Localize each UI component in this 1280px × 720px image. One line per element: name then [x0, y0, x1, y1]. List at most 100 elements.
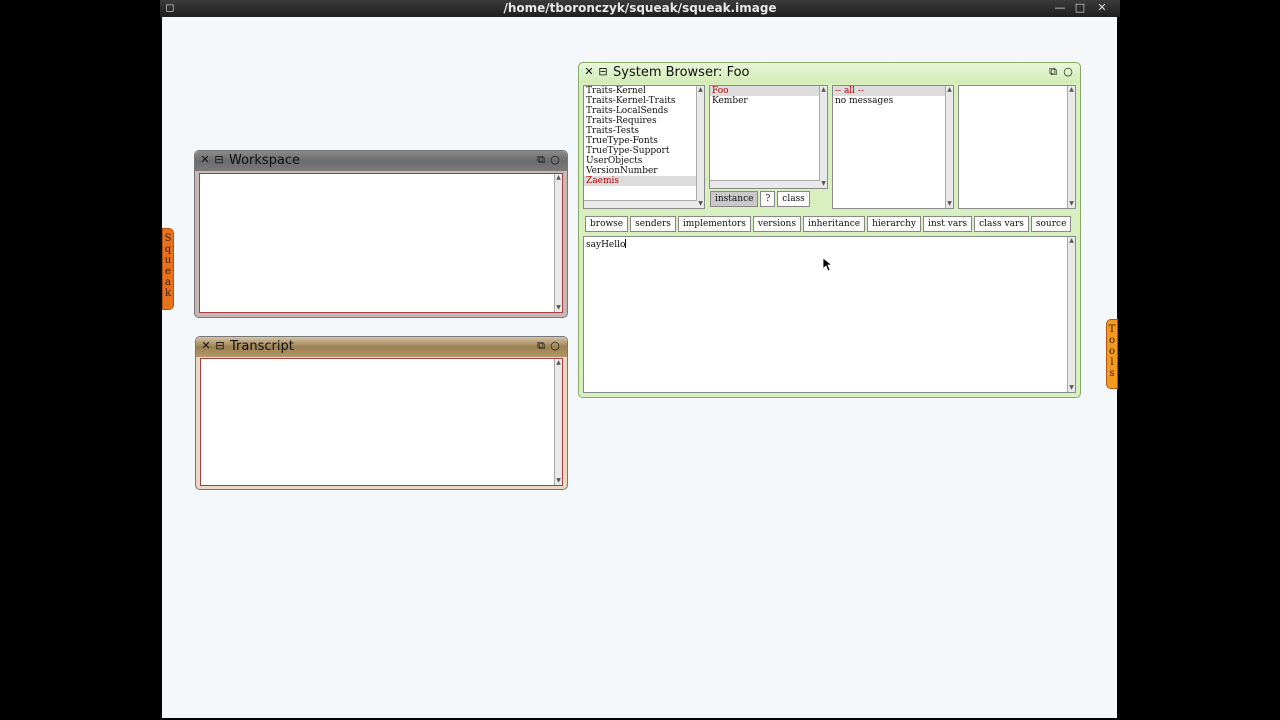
protocol-scrollbar[interactable]: ▲ ▼: [945, 86, 953, 208]
hierarchy-button[interactable]: hierarchy: [867, 216, 921, 232]
close-icon[interactable]: ✕: [200, 154, 210, 166]
browser-titlebar[interactable]: ✕ ⊟ System Browser: Foo ⧉ ○: [579, 63, 1080, 83]
flap-letter: o: [1108, 335, 1116, 346]
workspace-text-area[interactable]: ▲ ▼: [199, 173, 563, 313]
inst-vars-button[interactable]: inst vars: [922, 216, 973, 232]
class-button[interactable]: class: [777, 191, 810, 207]
scroll-up-icon[interactable]: ▲: [946, 86, 953, 94]
senders-button[interactable]: senders: [630, 216, 676, 232]
code-scrollbar[interactable]: ▲ ▼: [1067, 237, 1075, 392]
flap-letter: S: [164, 233, 172, 244]
category-hscrollbar[interactable]: [584, 200, 697, 208]
expand-icon[interactable]: ○: [550, 340, 560, 352]
expand-icon[interactable]: ○: [550, 154, 560, 166]
flap-letter: q: [164, 244, 172, 255]
scroll-down-icon[interactable]: ▼: [1068, 200, 1075, 208]
scroll-up-icon[interactable]: ▲: [1068, 86, 1075, 94]
mouse-pointer-icon: [823, 258, 833, 272]
workspace-title: Workspace: [229, 153, 301, 168]
message-list[interactable]: ▲ ▼: [958, 85, 1076, 209]
category-list[interactable]: Traits-Kernel Traits-Kernel-Traits Traits-…: [583, 85, 705, 209]
scroll-down-icon[interactable]: ▼: [946, 200, 953, 208]
class-items: Foo Kember: [710, 86, 827, 106]
instance-button[interactable]: instance: [710, 191, 759, 207]
category-items: Traits-Kernel Traits-Kernel-Traits Traits-…: [584, 86, 704, 186]
help-button[interactable]: ?: [760, 191, 776, 207]
text-cursor: [625, 239, 627, 248]
workspace-titlebar[interactable]: ✕ ⊟ Workspace ⧉ ○: [195, 151, 567, 171]
browse-button[interactable]: browse: [585, 216, 629, 232]
workspace-scrollbar[interactable]: ▲ ▼: [554, 174, 562, 312]
minimize-icon[interactable]: —: [1054, 2, 1066, 14]
browser-title: System Browser: Foo: [613, 65, 750, 80]
scroll-down-icon[interactable]: ▼: [1068, 384, 1075, 392]
code-text: sayHello: [586, 240, 626, 250]
tools-flap-tab[interactable]: Tools: [1106, 319, 1118, 389]
scroll-up-icon[interactable]: ▲: [1068, 237, 1075, 245]
os-titlebar: ◻ /home/tboronczyk/squeak/squeak.image —…: [160, 0, 1120, 17]
scroll-down-icon[interactable]: ▼: [697, 200, 704, 208]
transcript-window[interactable]: ✕ ⊟ Transcript ⧉ ○ ▲ ▼: [195, 336, 568, 490]
scroll-down-icon[interactable]: ▼: [555, 477, 562, 485]
scroll-up-icon[interactable]: ▲: [697, 86, 704, 94]
transcript-scrollbar[interactable]: ▲ ▼: [554, 359, 562, 485]
versions-button[interactable]: versions: [752, 216, 801, 232]
menu-icon[interactable]: ⊟: [598, 66, 608, 78]
categories-item[interactable]: TrueType-Fonts: [584, 136, 704, 146]
protocols-item[interactable]: no messages: [833, 96, 953, 106]
scroll-up-icon[interactable]: ▲: [555, 174, 562, 182]
close-icon[interactable]: ✕: [1096, 2, 1108, 14]
class-vars-button[interactable]: class vars: [974, 216, 1029, 232]
transcript-title: Transcript: [230, 339, 294, 354]
flap-letter: a: [165, 277, 171, 288]
categories-item[interactable]: Traits-Kernel-Traits: [584, 96, 704, 106]
menu-icon[interactable]: ⊟: [214, 154, 224, 166]
inheritance-button[interactable]: inheritance: [802, 216, 866, 232]
categories-item[interactable]: Zaemis: [584, 176, 704, 186]
source-button[interactable]: source: [1030, 216, 1072, 232]
flap-letter: l: [1110, 357, 1114, 368]
squeak-flap-label: Squeak: [163, 233, 173, 299]
expand-icon[interactable]: ○: [1063, 66, 1073, 78]
flap-letter: e: [165, 266, 171, 277]
categories-item[interactable]: Traits-LocalSends: [584, 106, 704, 116]
squeak-world[interactable]: Squeak Tools ✕ ⊟ Workspace ⧉ ○ ▲ ▼ ✕ ⊟ T…: [162, 17, 1118, 718]
category-scrollbar[interactable]: ▲ ▼: [696, 86, 704, 208]
classes-item[interactable]: Kember: [710, 96, 827, 106]
maximize-icon[interactable]: □: [1074, 2, 1086, 14]
system-browser-window[interactable]: ✕ ⊟ System Browser: Foo ⧉ ○ Traits-Kerne…: [578, 62, 1081, 398]
implementors-button[interactable]: implementors: [677, 216, 751, 232]
collapse-icon[interactable]: ⧉: [1048, 66, 1058, 78]
screen: ◻ /home/tboronczyk/squeak/squeak.image —…: [0, 0, 1280, 720]
scroll-up-icon[interactable]: ▲: [820, 86, 827, 94]
squeak-flap-tab[interactable]: Squeak: [162, 228, 174, 310]
categories-item[interactable]: UserObjects: [584, 156, 704, 166]
class-scrollbar[interactable]: ▲ ▼: [819, 86, 827, 188]
flap-letter: T: [1108, 324, 1116, 335]
collapse-icon[interactable]: ⧉: [536, 340, 546, 352]
class-list[interactable]: Foo Kember ▲ ▼: [709, 85, 828, 189]
scroll-up-icon[interactable]: ▲: [555, 359, 562, 367]
workspace-window[interactable]: ✕ ⊟ Workspace ⧉ ○ ▲ ▼: [194, 150, 568, 318]
class-side-buttons: instance ? class: [710, 191, 812, 207]
os-window-title: /home/tboronczyk/squeak/squeak.image: [503, 1, 777, 15]
tools-flap-label: Tools: [1107, 324, 1117, 379]
protocols-item[interactable]: -- all --: [833, 86, 953, 96]
transcript-titlebar[interactable]: ✕ ⊟ Transcript ⧉ ○: [196, 337, 567, 357]
message-scrollbar[interactable]: ▲ ▼: [1067, 86, 1075, 208]
scroll-down-icon[interactable]: ▼: [555, 304, 562, 312]
categories-item[interactable]: TrueType-Support: [584, 146, 704, 156]
categories-item[interactable]: VersionNumber: [584, 166, 704, 176]
categories-item[interactable]: Traits-Kernel: [584, 86, 704, 96]
menu-icon[interactable]: ⊟: [215, 340, 225, 352]
collapse-icon[interactable]: ⧉: [536, 154, 546, 166]
class-hscrollbar[interactable]: [710, 180, 820, 188]
protocol-list[interactable]: -- all -- no messages ▲ ▼: [832, 85, 954, 209]
classes-item[interactable]: Foo: [710, 86, 827, 96]
close-icon[interactable]: ✕: [201, 340, 211, 352]
scroll-down-icon[interactable]: ▼: [820, 180, 827, 188]
categories-item[interactable]: Traits-Tests: [584, 126, 704, 136]
close-icon[interactable]: ✕: [584, 66, 594, 78]
categories-item[interactable]: Traits-Requires: [584, 116, 704, 126]
transcript-text-area[interactable]: ▲ ▼: [200, 358, 563, 486]
